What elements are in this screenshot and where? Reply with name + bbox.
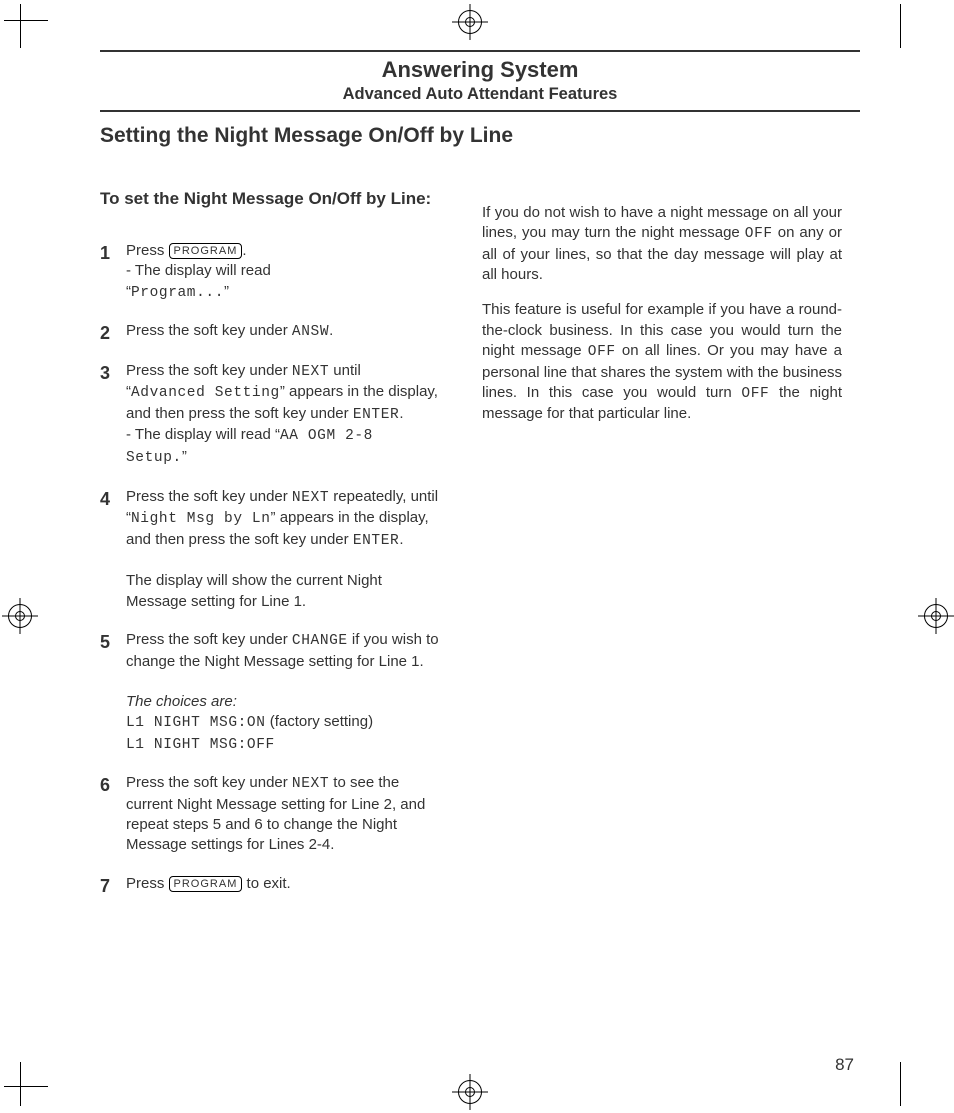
lcd-text: ENTER	[353, 407, 400, 423]
registration-mark-left	[2, 598, 38, 634]
procedure-heading: To set the Night Message On/Off by Line:	[100, 188, 442, 211]
header-subtitle: Advanced Auto Attendant Features	[100, 84, 860, 105]
program-button: PROGRAM	[169, 876, 243, 892]
lcd-text: NEXT	[292, 364, 329, 380]
page-content: Answering System Advanced Auto Attendant…	[100, 50, 860, 912]
page-title: Setting the Night Message On/Off by Line	[100, 124, 860, 148]
lcd-text: Advanced Setting	[131, 385, 280, 401]
lcd-text: OFF	[741, 386, 769, 402]
step-5: Press the soft key under CHANGE if you w…	[100, 630, 442, 755]
lcd-text: OFF	[588, 344, 616, 360]
lcd-text: L1 NIGHT MSG:ON	[126, 715, 266, 731]
step-2: Press the soft key under ANSW.	[100, 321, 442, 343]
lcd-text: OFF	[745, 226, 773, 242]
paragraph: This feature is useful for example if yo…	[482, 300, 842, 424]
step-7: Press PROGRAM to exit.	[100, 874, 442, 894]
registration-mark-right	[918, 598, 954, 634]
step-3: Press the soft key under NEXT until “Adv…	[100, 361, 442, 469]
lcd-text: ENTER	[353, 533, 400, 549]
lcd-text: CHANGE	[292, 633, 348, 649]
step-4: Press the soft key under NEXT repeatedly…	[100, 487, 442, 612]
lcd-text: NEXT	[292, 490, 329, 506]
lcd-text: L1 NIGHT MSG:OFF	[126, 737, 275, 753]
step-1: Press PROGRAM. - The display will read “…	[100, 241, 442, 303]
left-column: To set the Night Message On/Off by Line:…	[100, 188, 442, 912]
choices-label: The choices are:	[126, 693, 237, 710]
header-title: Answering System	[100, 56, 860, 84]
section-header: Answering System Advanced Auto Attendant…	[100, 50, 860, 112]
lcd-text: Night Msg by Ln	[131, 511, 271, 527]
lcd-text: ANSW	[292, 324, 329, 340]
paragraph: If you do not wish to have a night messa…	[482, 203, 842, 285]
step-6: Press the soft key under NEXT to see the…	[100, 773, 442, 855]
step-list: Press PROGRAM. - The display will read “…	[100, 241, 442, 894]
registration-mark-top	[452, 4, 488, 40]
program-button: PROGRAM	[169, 243, 243, 259]
lcd-text: Program...	[131, 285, 224, 301]
registration-mark-bottom	[452, 1074, 488, 1110]
lcd-text: NEXT	[292, 776, 329, 792]
right-column: If you do not wish to have a night messa…	[482, 188, 842, 912]
page-number: 87	[835, 1055, 854, 1075]
